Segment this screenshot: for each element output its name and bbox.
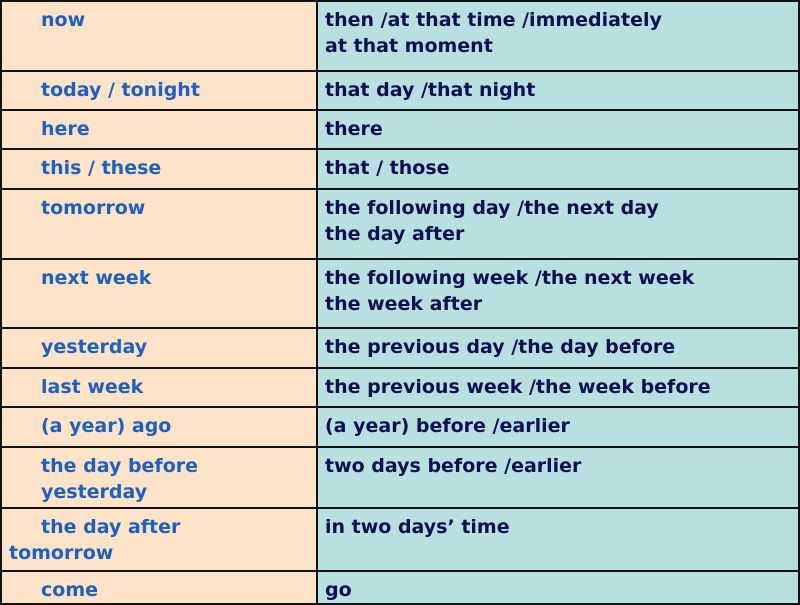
reported-text: the previous day /the day before [325,336,676,358]
reported-cell: there [316,109,800,150]
table-row: yesterday the previous day /the day befor… [0,327,800,369]
reported-cell: that day /that night [316,70,800,111]
reported-text: at that moment [325,35,493,57]
table-row: now then /at that time /immediately at tha… [0,0,800,72]
direct-text: today / tonight [41,79,200,101]
reported-text: the following week /the next week [325,267,695,289]
direct-cell: come [0,570,318,605]
direct-text: the day before [41,455,199,477]
reported-text: go [325,579,352,601]
direct-text: the day after [41,516,181,538]
table-row: last week the previous week /the week bef… [0,367,800,408]
reported-text: the following day /the next day [325,197,659,219]
direct-text: yesterday [41,336,148,358]
reported-text: that / those [325,157,450,179]
reported-text: (a year) before /earlier [325,415,570,437]
table-row: today / tonight that day /that night [0,70,800,111]
reported-cell: the following week /the next week the wee… [316,258,800,329]
direct-cell: tomorrow [0,188,318,260]
table-row: this / these that / those [0,148,800,190]
reported-text: the week after [325,293,483,315]
direct-text: last week [41,376,144,398]
reported-cell: that / those [316,148,800,190]
reported-text: that day /that night [325,79,536,101]
reported-text: in two days’ time [325,516,510,538]
direct-text: now [41,9,86,31]
direct-cell: this / these [0,148,318,190]
reported-text: then /at that time /immediately [325,9,662,31]
reported-cell: (a year) before /earlier [316,406,800,448]
direct-cell: the day before yesterday [0,446,318,509]
reported-cell: the following day /the next day the day a… [316,188,800,260]
direct-text: come [41,579,98,601]
table-row: tomorrow the following day /the next day t… [0,188,800,260]
reported-cell: then /at that time /immediately at that m… [316,0,800,72]
reported-cell: the previous day /the day before [316,327,800,369]
direct-cell: now [0,0,318,72]
table-row: the day before yesterday two days before /… [0,446,800,509]
direct-text: tomorrow [41,197,146,219]
direct-cell: next week [0,258,318,329]
direct-cell: last week [0,367,318,408]
reported-cell: go [316,570,800,605]
reported-cell: the previous week /the week before [316,367,800,408]
reported-cell: two days before /earlier [316,446,800,509]
table-row: here there [0,109,800,150]
reported-speech-table: now then /at that time /immediately at tha… [0,0,800,605]
direct-cell: the day after tomorrow [0,507,318,572]
direct-cell: (a year) ago [0,406,318,448]
table-row: (a year) ago (a year) before /earlier [0,406,800,448]
direct-text: this / these [41,157,162,179]
direct-text: yesterday [41,481,148,503]
reported-text: there [325,118,383,140]
reported-text: the day after [325,223,465,245]
reported-text: the previous week /the week before [325,376,711,398]
direct-cell: yesterday [0,327,318,369]
reported-text: two days before /earlier [325,455,582,477]
direct-text: here [41,118,90,140]
reported-cell: in two days’ time [316,507,800,572]
direct-cell: today / tonight [0,70,318,111]
table-row: the day after tomorrow in two days’ time [0,507,800,572]
table-row: next week the following week /the next we… [0,258,800,329]
direct-text: (a year) ago [41,415,172,437]
direct-text: next week [41,267,152,289]
table-row: come go [0,570,800,605]
direct-text: tomorrow [9,542,114,564]
direct-cell: here [0,109,318,150]
